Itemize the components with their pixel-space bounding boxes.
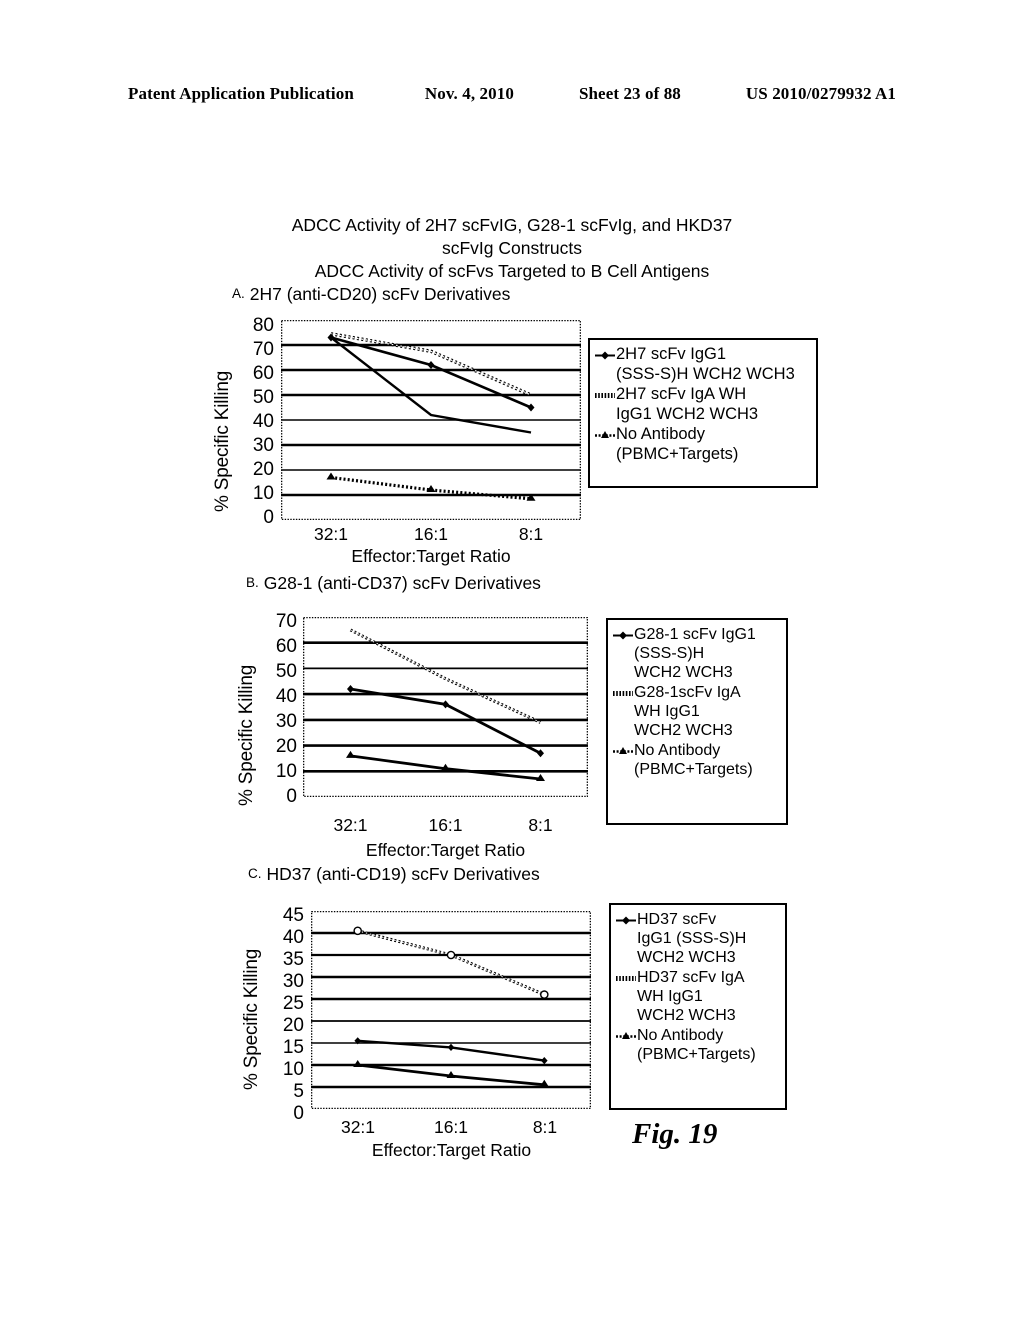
legend-item: No Antibody (PBMC+Targets): [612, 741, 780, 779]
triangle-line-icon: [616, 1032, 636, 1039]
hatched-line-icon: [613, 691, 633, 696]
panel-c-xtick-16-1: 16:1: [433, 1117, 469, 1137]
legend-item: No Antibody (PBMC+Targets): [594, 425, 810, 464]
panel-c-legend: HD37 scFv IgG1 (SSS-S)H WCH2 WCH3 HD37 s…: [609, 903, 787, 1110]
diamond-line-icon: [616, 916, 636, 925]
panel-c-ytick-5: 5: [293, 1081, 304, 1102]
panel-a-x-axis-label: Effector:Target Ratio: [351, 546, 511, 566]
panel-c-ytick-30: 30: [282, 971, 304, 992]
publication-label: Patent Application Publication: [128, 84, 354, 103]
figure-title-line-1: ADCC Activity of 2H7 scFvIG, G28-1 scFvI…: [291, 215, 733, 235]
diamond-line-icon: [613, 631, 633, 640]
triangle-line-icon: [595, 431, 615, 438]
figure-number: Fig. 19: [632, 1118, 718, 1150]
sheet-number: Sheet 23 of 88: [578, 84, 681, 103]
panel-b-ytick-10: 10: [275, 761, 297, 782]
legend-item: 2H7 scFv IgG1 (SSS-S)H WCH2 WCH3: [594, 345, 810, 384]
panel-c-xtick-8-1: 8:1: [532, 1117, 558, 1137]
patent-number: US 2010/0279932 A1: [745, 84, 896, 103]
legend-item: No Antibody (PBMC+Targets): [615, 1026, 779, 1064]
figure-title-line-3: ADCC Activity of scFvs Targeted to B Cel…: [314, 261, 710, 281]
panel-b-xtick-8-1: 8:1: [528, 815, 553, 835]
panel-c-ytick-15: 15: [282, 1037, 304, 1058]
panel-c-xtick-32-1: 32:1: [340, 1117, 376, 1137]
legend-label: No Antibody (PBMC+Targets): [637, 1027, 756, 1063]
panel-c-x-axis-label: Effector:Target Ratio: [371, 1140, 532, 1160]
panel-c-ytick-10: 10: [282, 1059, 304, 1080]
panel-c-ytick-45: 45: [282, 905, 304, 926]
panel-a-xtick-16-1: 16:1: [413, 524, 449, 544]
panel-a-ytick-0: 0: [263, 507, 274, 528]
panel-a-caption-text: 2H7 (anti-CD20) scFv Derivatives: [249, 284, 511, 304]
panel-a-ytick-80: 80: [252, 315, 274, 336]
panel-b-ytick-40: 40: [275, 686, 297, 707]
panel-b-ytick-50: 50: [275, 661, 297, 682]
panel-a-ytick-70: 70: [252, 339, 274, 360]
panel-a-letter: A.: [232, 286, 245, 301]
panel-b-ytick-30: 30: [275, 711, 297, 732]
panel-b-caption: B. G28-1 (anti-CD37) scFv Derivatives: [246, 573, 541, 593]
patent-header: Patent Application Publication Nov. 4, 2…: [128, 84, 896, 104]
panel-b-ytick-60: 60: [275, 636, 297, 657]
panel-c-ytick-40: 40: [282, 927, 304, 948]
legend-item: 2H7 scFv IgA WH IgG1 WCH2 WCH3: [594, 385, 810, 424]
diamond-line-icon: [595, 351, 615, 360]
panel-c-plot: [311, 911, 591, 1109]
legend-item: G28-1 scFv IgG1 (SSS-S)H WCH2 WCH3: [612, 625, 780, 682]
legend-label: G28-1 scFv IgG1 (SSS-S)H WCH2 WCH3: [634, 626, 756, 681]
panel-a-y-axis-label: % Specific Killing: [212, 370, 233, 512]
publication-date: Nov. 4, 2010: [424, 84, 514, 103]
panel-b-plot: [303, 617, 588, 797]
panel-a-ytick-10: 10: [252, 483, 274, 504]
panel-b-x-axis-label: Effector:Target Ratio: [365, 840, 526, 860]
panel-a-ytick-60: 60: [252, 363, 274, 384]
legend-label: HD37 scFv IgA WH IgG1 WCH2 WCH3: [637, 969, 745, 1024]
panel-b-ytick-0: 0: [286, 786, 297, 807]
legend-label: No Antibody (PBMC+Targets): [634, 742, 753, 778]
panel-c-ytick-0: 0: [293, 1103, 304, 1124]
panel-c-caption: C. HD37 (anti-CD19) scFv Derivatives: [248, 864, 540, 884]
panel-b-ytick-70: 70: [275, 611, 297, 632]
figure-title: ADCC Activity of 2H7 scFvIG, G28-1 scFvI…: [0, 214, 1024, 283]
legend-item: G28-1scFv IgA WH IgG1 WCH2 WCH3: [612, 683, 780, 740]
panel-a-ytick-40: 40: [252, 411, 274, 432]
panel-c-ytick-35: 35: [282, 949, 304, 970]
panel-a-xtick-8-1: 8:1: [518, 524, 544, 544]
panel-b-xtick-16-1: 16:1: [428, 815, 463, 835]
panel-c-y-axis-label: % Specific Killing: [241, 948, 262, 1090]
panel-b-ytick-20: 20: [275, 736, 297, 757]
panel-b-caption-text: G28-1 (anti-CD37) scFv Derivatives: [263, 573, 541, 593]
legend-label: HD37 scFv IgG1 (SSS-S)H WCH2 WCH3: [637, 911, 747, 966]
panel-c-letter: C.: [248, 866, 262, 881]
panel-c-caption-text: HD37 (anti-CD19) scFv Derivatives: [266, 864, 540, 884]
panel-b-xtick-32-1: 32:1: [333, 815, 368, 835]
legend-label: 2H7 scFv IgG1 (SSS-S)H WCH2 WCH3: [616, 345, 795, 383]
legend-label: 2H7 scFv IgA WH IgG1 WCH2 WCH3: [616, 385, 759, 423]
panel-a-legend: 2H7 scFv IgG1 (SSS-S)H WCH2 WCH3 2H7 scF…: [588, 338, 818, 488]
figure-title-line-2: scFvIg Constructs: [441, 238, 583, 258]
panel-b-letter: B.: [246, 575, 259, 590]
panel-c-ytick-25: 25: [282, 993, 304, 1014]
legend-label: G28-1scFv IgA WH IgG1 WCH2 WCH3: [634, 684, 741, 739]
triangle-line-icon: [613, 747, 633, 754]
panel-a-xtick-32-1: 32:1: [313, 524, 349, 544]
legend-item: HD37 scFv IgA WH IgG1 WCH2 WCH3: [615, 968, 779, 1025]
panel-b-legend: G28-1 scFv IgG1 (SSS-S)H WCH2 WCH3 G28-1…: [606, 618, 788, 825]
panel-a-ytick-50: 50: [252, 387, 274, 408]
panel-a-caption: A. 2H7 (anti-CD20) scFv Derivatives: [232, 284, 510, 304]
panel-a-ytick-30: 30: [252, 435, 274, 456]
panel-a-ytick-20: 20: [252, 459, 274, 480]
hatched-line-icon: [595, 393, 615, 398]
legend-item: HD37 scFv IgG1 (SSS-S)H WCH2 WCH3: [615, 910, 779, 967]
panel-c-ytick-20: 20: [282, 1015, 304, 1036]
panel-a-plot: [281, 320, 581, 520]
legend-label: No Antibody (PBMC+Targets): [616, 425, 739, 463]
hatched-line-icon: [616, 976, 636, 981]
